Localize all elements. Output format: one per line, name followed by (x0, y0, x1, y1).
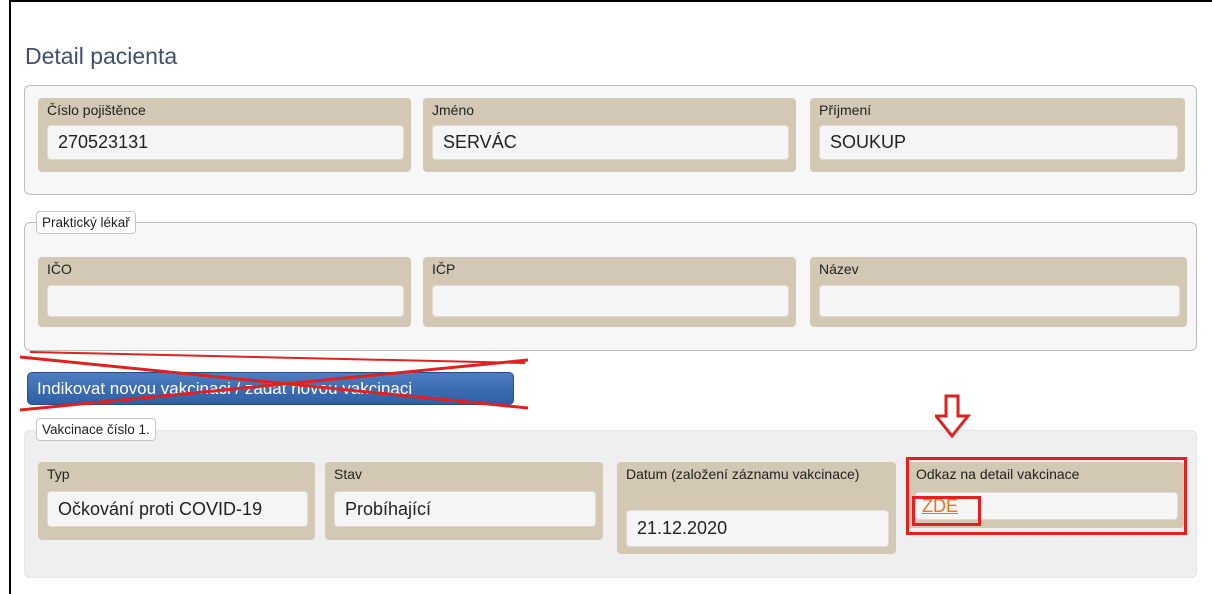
ico-label: IČO (47, 261, 72, 277)
vaccination-date-field: Datum (založení záznamu vakcinace) 21.12… (617, 462, 896, 554)
last-name-field: Příjmení SOUKUP (810, 98, 1185, 172)
doctor-name-label: Název (819, 261, 859, 277)
vaccination-type-input[interactable]: Očkování proti COVID-19 (47, 491, 308, 527)
icp-field: IČP (423, 257, 796, 327)
ico-field: IČO (38, 257, 411, 327)
insurance-number-input[interactable]: 270523131 (47, 125, 404, 160)
first-name-field: Jméno SERVÁC (423, 98, 796, 172)
new-vaccination-button[interactable]: Indikovat novou vakcinaci / zadat novou … (27, 372, 514, 405)
vaccination-date-label: Datum (založení záznamu vakcinace) (626, 466, 860, 482)
icp-label: IČP (432, 261, 456, 277)
vaccination-status-input[interactable]: Probíhající (334, 491, 596, 527)
last-name-label: Příjmení (819, 102, 872, 118)
vaccination-status-label: Stav (334, 466, 363, 482)
vaccination-type-label: Typ (47, 466, 70, 482)
insurance-number-field: Číslo pojištěnce 270523131 (38, 98, 411, 172)
doctor-name-field: Název (810, 257, 1187, 327)
vaccination-date-input[interactable]: 21.12.2020 (626, 510, 889, 547)
first-name-input[interactable]: SERVÁC (432, 125, 789, 160)
first-name-label: Jméno (432, 102, 475, 118)
vaccination-status-field: Stav Probíhající (325, 462, 603, 540)
vaccination-legend: Vakcinace číslo 1. (36, 418, 156, 441)
page-title: Detail pacienta (25, 43, 178, 69)
vaccination-type-field: Typ Očkování proti COVID-19 (38, 462, 315, 540)
ico-input[interactable] (47, 285, 404, 317)
insurance-number-label: Číslo pojištěnce (47, 102, 146, 118)
highlight-link-box (912, 496, 981, 526)
doctor-legend: Praktický lékař (36, 211, 136, 234)
doctor-name-input[interactable] (819, 285, 1180, 317)
icp-input[interactable] (432, 285, 789, 317)
last-name-input[interactable]: SOUKUP (819, 125, 1178, 160)
down-arrow-icon (935, 394, 971, 439)
